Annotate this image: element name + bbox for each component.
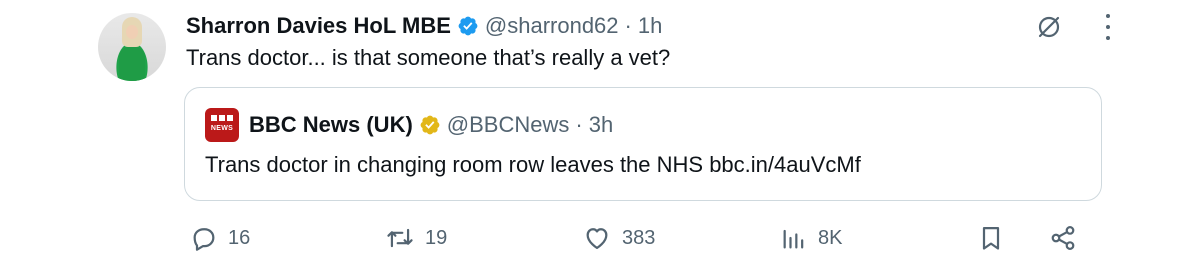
bookmark-button[interactable] — [977, 218, 1005, 258]
timestamp[interactable]: 1h — [638, 13, 662, 39]
author-name[interactable]: Sharron Davies HoL MBE — [186, 13, 451, 39]
repost-count: 19 — [425, 226, 448, 249]
grok-icon[interactable] — [1034, 12, 1064, 42]
views-icon — [780, 224, 808, 252]
reply-button[interactable]: 16 — [190, 218, 250, 258]
separator-dot: · — [575, 112, 583, 137]
quote-author-handle[interactable]: @BBCNews — [447, 112, 570, 138]
like-icon — [582, 224, 612, 252]
tweet-header: Sharron Davies HoL MBE @sharrond62 · 1h — [186, 10, 662, 42]
bbc-logo-text: NEWS — [210, 125, 234, 132]
views-button[interactable]: 8K — [780, 218, 842, 258]
verified-badge-icon[interactable] — [419, 114, 441, 136]
avatar[interactable] — [98, 13, 166, 81]
like-count: 383 — [622, 226, 656, 249]
repost-button[interactable]: 19 — [385, 218, 447, 258]
quote-timestamp[interactable]: 3h — [589, 112, 613, 138]
repost-icon — [385, 224, 415, 252]
quote-text: Trans doctor in changing room row leaves… — [205, 152, 861, 177]
share-icon — [1049, 224, 1077, 252]
reply-count: 16 — [228, 226, 251, 249]
quoted-tweet[interactable]: NEWS BBC News (UK) @BBCNews · 3h Trans d… — [184, 87, 1102, 201]
share-button[interactable] — [1049, 218, 1077, 258]
author-handle[interactable]: @sharrond62 — [485, 13, 619, 39]
bookmark-icon — [977, 224, 1005, 252]
like-button[interactable]: 383 — [582, 218, 655, 258]
views-count: 8K — [818, 226, 843, 249]
more-icon[interactable] — [1100, 14, 1116, 40]
quote-header: NEWS BBC News (UK) @BBCNews · 3h — [205, 108, 613, 142]
reply-icon — [190, 224, 218, 252]
verified-badge-icon[interactable] — [457, 15, 479, 37]
separator-dot: · — [624, 13, 632, 38]
tweet-text: Trans doctor... is that someone that’s r… — [186, 45, 671, 70]
quote-author-name[interactable]: BBC News (UK) — [249, 112, 413, 138]
bbc-news-logo[interactable]: NEWS — [205, 108, 239, 142]
tweet-actions: 16 19 383 8K — [0, 218, 1200, 258]
